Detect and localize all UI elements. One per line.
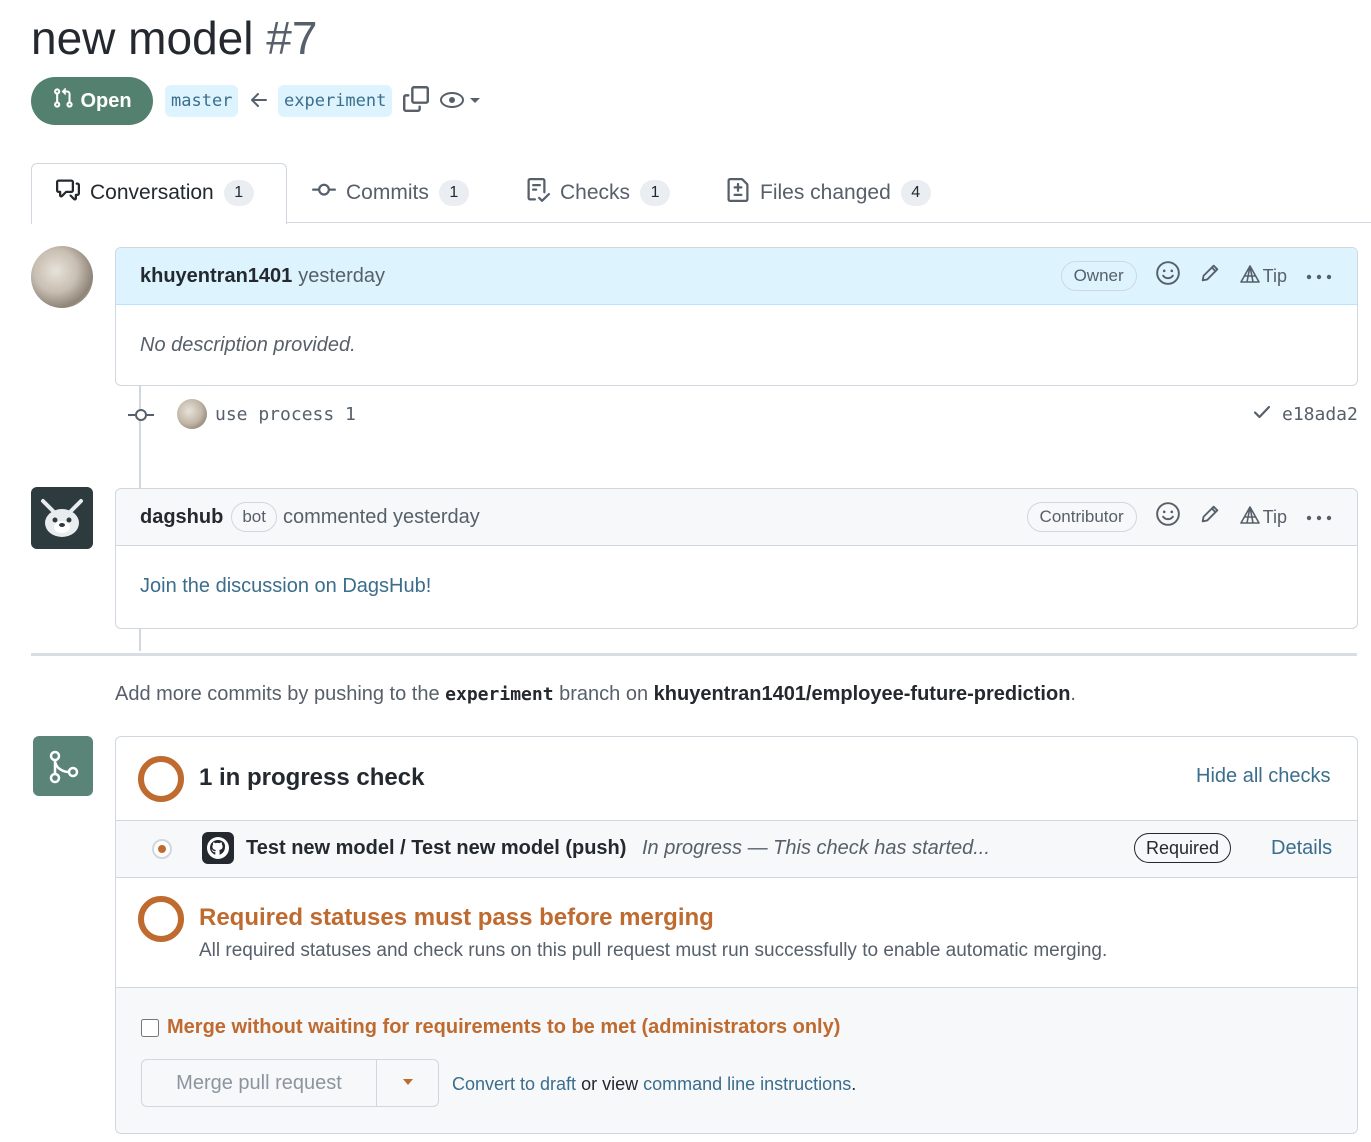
eye-dropdown-icon[interactable] bbox=[439, 89, 485, 116]
merge-button-group: Merge pull request bbox=[141, 1059, 439, 1107]
github-logo-icon bbox=[202, 832, 234, 864]
period-text: . bbox=[851, 1074, 857, 1094]
comment-time[interactable]: yesterday bbox=[298, 265, 385, 288]
check-row: Test new model / Test new model (push) I… bbox=[116, 820, 1357, 878]
kebab-horizontal-icon[interactable] bbox=[1305, 506, 1333, 529]
khuyentran1401-avatar[interactable] bbox=[31, 246, 93, 308]
copy-icon[interactable] bbox=[403, 86, 429, 117]
bot-badge: bot bbox=[231, 502, 277, 532]
tab-commits[interactable]: Commits 1 bbox=[312, 163, 469, 223]
tab-conversation-count: 1 bbox=[223, 180, 254, 206]
owner-badge: Owner bbox=[1060, 261, 1137, 291]
comment-bot: dagshub bot commented yesterday Contribu… bbox=[115, 488, 1358, 629]
hide-all-checks-link[interactable]: Hide all checks bbox=[1196, 763, 1331, 789]
dagshub-discussion-link[interactable]: Join the discussion on DagsHub! bbox=[140, 575, 431, 598]
check-icon bbox=[1252, 402, 1272, 427]
tab-files-changed[interactable]: Files changed 4 bbox=[726, 163, 931, 223]
tip-label: Tip bbox=[1262, 506, 1287, 527]
tab-commits-label: Commits bbox=[346, 181, 429, 204]
head-branch[interactable]: experiment bbox=[278, 85, 393, 117]
bypass-label: Merge without waiting for requirements t… bbox=[167, 1016, 841, 1038]
merge-pull-request-button[interactable]: Merge pull request bbox=[142, 1060, 377, 1106]
tab-checks[interactable]: Checks 1 bbox=[526, 163, 671, 223]
commit-status: e18ada2 bbox=[1252, 402, 1358, 427]
merge-box: 1 in progress check Hide all checks Test… bbox=[115, 736, 1358, 1134]
push-hint-suffix: . bbox=[1070, 683, 1076, 705]
push-hint-prefix: Add more commits by pushing to the bbox=[115, 683, 440, 705]
pr-state-badge: Open bbox=[31, 77, 153, 125]
comment-author[interactable]: dagshub bbox=[140, 506, 223, 529]
commit-message[interactable]: use process 1 bbox=[215, 403, 356, 427]
git-merge-icon bbox=[33, 736, 93, 796]
comment-actions: Contributor Tip bbox=[1026, 501, 1333, 533]
tab-conversation[interactable]: Conversation 1 bbox=[56, 163, 254, 223]
commit-sha[interactable]: e18ada2 bbox=[1282, 404, 1358, 425]
requirements-description: All required statuses and check runs on … bbox=[199, 940, 1108, 961]
smiley-icon[interactable] bbox=[1155, 260, 1181, 292]
merge-options-dropdown[interactable] bbox=[377, 1060, 438, 1106]
comment-bot-header: dagshub bot commented yesterday Contribu… bbox=[116, 489, 1357, 546]
base-branch[interactable]: master bbox=[165, 85, 239, 117]
convert-to-draft-link[interactable]: Convert to draft bbox=[452, 1074, 576, 1094]
check-details-link[interactable]: Details bbox=[1271, 835, 1332, 861]
pencil-icon[interactable] bbox=[1199, 503, 1221, 531]
file-diff-icon bbox=[726, 178, 750, 208]
push-hint-middle: branch on bbox=[559, 683, 649, 705]
arrow-left-icon bbox=[249, 88, 269, 117]
pending-ring-icon bbox=[138, 756, 184, 802]
comment-discussion-icon bbox=[56, 178, 80, 208]
requirements-ring-icon bbox=[138, 896, 184, 942]
tip-label: Tip bbox=[1262, 265, 1287, 286]
pr-state-label: Open bbox=[80, 89, 132, 112]
pencil-icon[interactable] bbox=[1199, 262, 1221, 290]
tab-checks-label: Checks bbox=[560, 181, 631, 204]
comment-action[interactable]: commented yesterday bbox=[283, 506, 480, 529]
push-hint-repo[interactable]: khuyentran1401/employee-future-predictio… bbox=[654, 683, 1071, 705]
smiley-icon[interactable] bbox=[1155, 501, 1181, 533]
pr-title: new model #7 bbox=[31, 10, 317, 66]
triangle-icon bbox=[1239, 264, 1261, 289]
push-hint-branch: experiment bbox=[445, 684, 554, 705]
triangle-down-icon bbox=[401, 1074, 415, 1092]
kebab-horizontal-icon[interactable] bbox=[1305, 265, 1333, 288]
in-progress-dot-icon bbox=[152, 839, 172, 859]
required-badge: Required bbox=[1134, 833, 1232, 863]
comment-owner: khuyentran1401 yesterday Owner Tip No de… bbox=[115, 247, 1358, 386]
commit-author-avatar[interactable] bbox=[177, 399, 207, 429]
checklist-icon bbox=[526, 178, 551, 208]
bypass-checkbox[interactable] bbox=[141, 1018, 159, 1037]
tab-checks-count: 1 bbox=[640, 180, 671, 206]
tab-files-changed-count: 4 bbox=[900, 180, 931, 206]
triangle-icon bbox=[1239, 505, 1261, 530]
bypass-option[interactable]: Merge without waiting for requirements t… bbox=[141, 1016, 840, 1039]
command-line-instructions-link[interactable]: command line instructions bbox=[643, 1074, 851, 1094]
commit-icon bbox=[312, 178, 336, 208]
checks-summary: 1 in progress check bbox=[199, 764, 425, 791]
or-view-text: or view bbox=[581, 1074, 639, 1094]
comment-actions: Owner Tip bbox=[1060, 260, 1333, 292]
pull-request-icon bbox=[52, 87, 74, 115]
requirements-title: Required statuses must pass before mergi… bbox=[199, 904, 714, 931]
dagshub-avatar[interactable] bbox=[31, 487, 93, 549]
tip-button[interactable]: Tip bbox=[1239, 264, 1287, 289]
check-status: In progress — This check has started... bbox=[642, 837, 990, 859]
contributor-badge: Contributor bbox=[1026, 502, 1137, 532]
comment-owner-header: khuyentran1401 yesterday Owner Tip bbox=[116, 248, 1357, 305]
comment-author[interactable]: khuyentran1401 bbox=[140, 265, 292, 288]
tab-commits-count: 1 bbox=[438, 180, 469, 206]
merge-alternatives: Convert to draft or view command line in… bbox=[452, 1072, 856, 1096]
pr-title-text: new model bbox=[31, 12, 254, 64]
push-hint: Add more commits by pushing to the exper… bbox=[115, 683, 1076, 706]
tab-files-changed-label: Files changed bbox=[760, 181, 891, 204]
commit-node-icon bbox=[128, 404, 154, 431]
tip-button[interactable]: Tip bbox=[1239, 505, 1287, 530]
tab-conversation-label: Conversation bbox=[90, 181, 214, 204]
comment-bot-body: Join the discussion on DagsHub! bbox=[116, 546, 1357, 626]
comment-owner-body: No description provided. bbox=[140, 333, 356, 356]
pr-number: #7 bbox=[266, 12, 318, 64]
merge-actions: Merge without waiting for requirements t… bbox=[116, 987, 1357, 1133]
timeline-divider bbox=[31, 653, 1357, 656]
check-name: Test new model / Test new model (push) bbox=[246, 837, 627, 859]
